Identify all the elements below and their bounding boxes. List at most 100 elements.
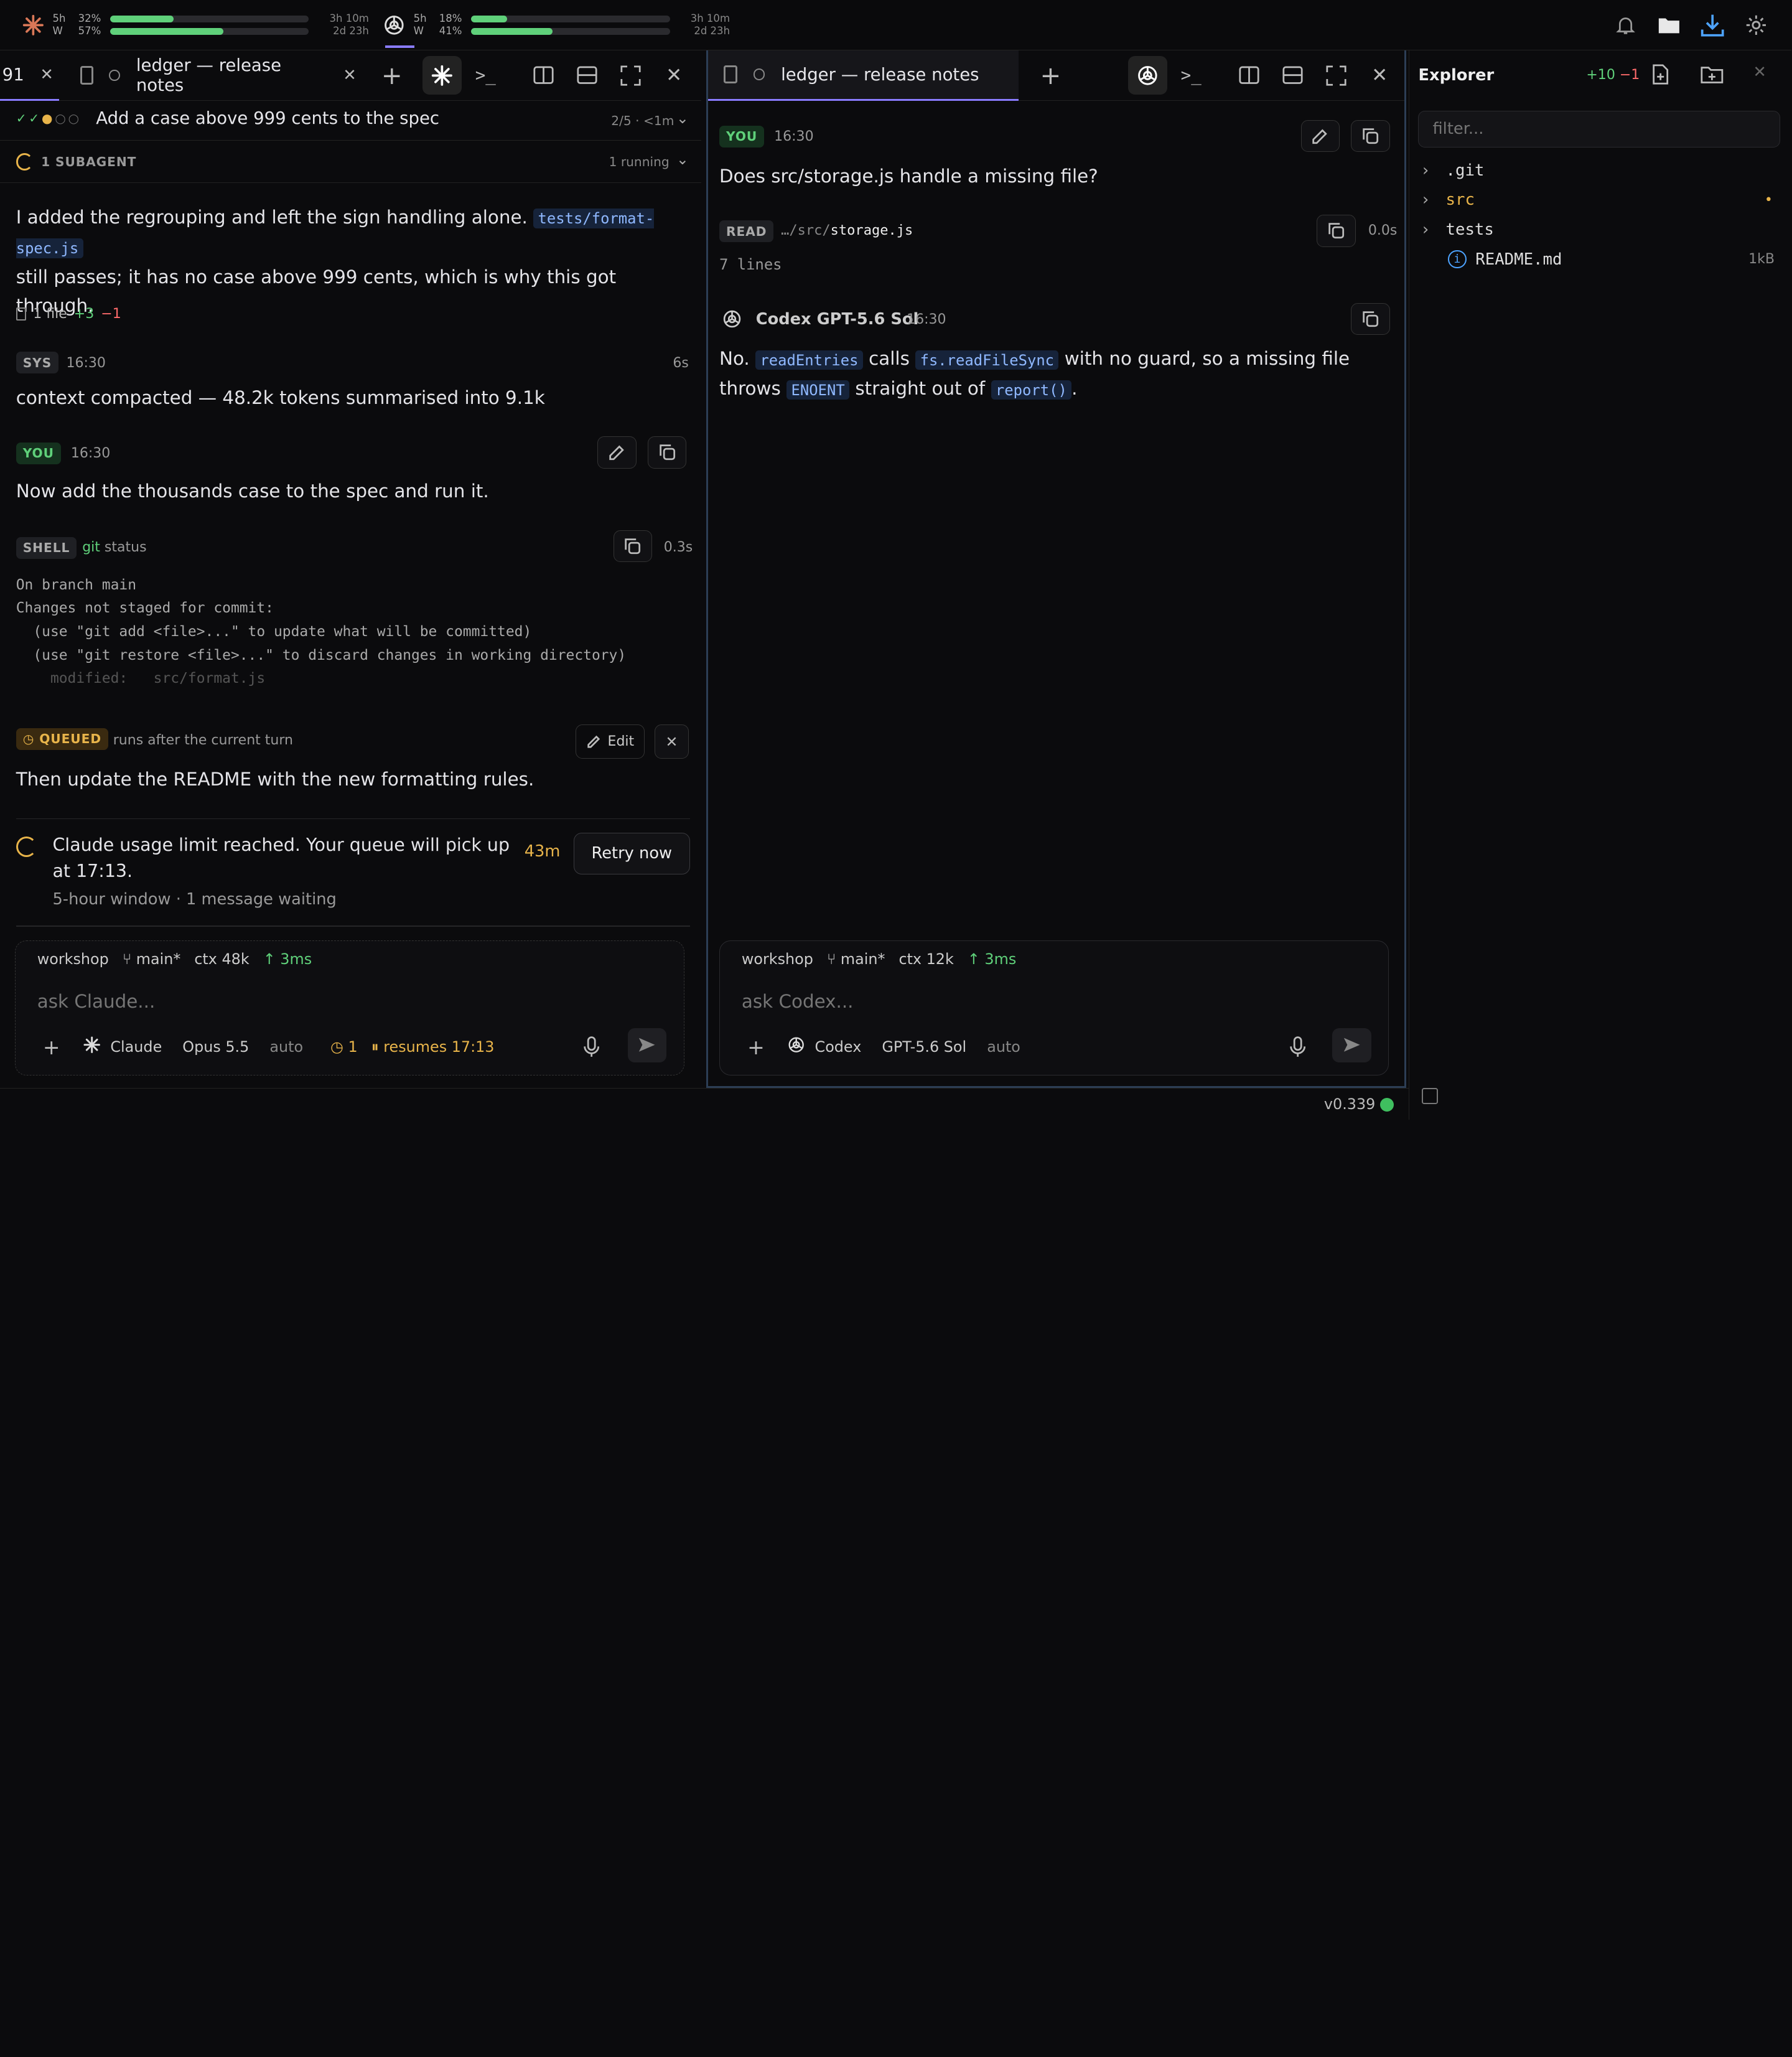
tree-item-git[interactable]: › .git [1409, 156, 1791, 185]
agent-selector[interactable]: Codex [815, 1038, 862, 1056]
tab-ledger-release-notes[interactable]: ledger — release notes [707, 50, 1019, 101]
read-duration: 0.0s [1368, 223, 1398, 239]
connection-status-dot [1379, 1097, 1394, 1112]
read-path: …/src/storage.js [781, 223, 913, 239]
panel-toggle-icon[interactable] [1421, 1087, 1438, 1104]
new-tab-icon[interactable]: + [377, 61, 407, 90]
edit-message-button[interactable] [1300, 119, 1340, 152]
add-attachment-icon[interactable]: + [43, 1035, 60, 1059]
copy-message-button[interactable] [648, 436, 687, 469]
changed-files[interactable]: 1 file +3 −1 [16, 306, 121, 322]
pencil-icon [587, 735, 600, 748]
terminal-icon[interactable]: >_ [1176, 62, 1206, 89]
close-icon[interactable]: ✕ [40, 65, 54, 84]
folder-icon[interactable] [1655, 11, 1682, 39]
split-horizontal-icon[interactable] [572, 62, 602, 89]
tree-item-tests[interactable]: › tests [1409, 215, 1791, 245]
codex-agent-icon[interactable] [1128, 55, 1167, 95]
shell-output-line: modified: src/format.js [16, 670, 266, 687]
copy-output-button[interactable] [1317, 215, 1356, 247]
tab-ledger-release-notes[interactable]: ledger — release notes ✕ [68, 50, 357, 101]
close-icon[interactable]: ✕ [343, 66, 357, 85]
codex-input-box[interactable]: workshop ⑂ main* ctx 12k ↑ 3ms + Codex G… [719, 940, 1389, 1075]
send-button[interactable] [627, 1028, 667, 1062]
claude-reset-w: 2d 23h [333, 25, 369, 37]
document-icon [80, 66, 93, 85]
explorer-filter-input[interactable] [1418, 111, 1781, 148]
microphone-icon[interactable] [582, 1035, 600, 1058]
claude-usage[interactable]: 5h W 32% 57% 3h 10m 2d 23h [21, 11, 369, 39]
terminal-icon[interactable]: >_ [470, 62, 500, 89]
branch-icon: ⑂ [122, 950, 132, 968]
split-vertical-icon[interactable] [1234, 62, 1264, 89]
claude-agent-icon[interactable] [422, 55, 462, 95]
add-attachment-icon[interactable]: + [747, 1035, 765, 1059]
fullscreen-icon[interactable] [1322, 62, 1351, 89]
copy-output-button[interactable] [613, 530, 653, 563]
new-tab-icon[interactable]: + [1036, 61, 1066, 90]
fullscreen-icon[interactable] [616, 62, 646, 89]
download-icon[interactable] [1699, 11, 1726, 39]
new-folder-icon[interactable] [1701, 65, 1724, 88]
mode-selector[interactable]: auto [987, 1038, 1020, 1056]
copy-message-button[interactable] [1351, 119, 1390, 152]
copy-icon [625, 538, 641, 554]
gear-icon[interactable] [1742, 11, 1770, 39]
copy-message-button[interactable] [1351, 302, 1390, 335]
sys-message: context compacted — 48.2k tokens summari… [16, 387, 545, 408]
remove-queued-button[interactable]: ✕ [655, 724, 689, 759]
plan-bar[interactable]: ✓✓●○○ Add a case above 999 cents to the … [0, 101, 702, 141]
chevron-down-icon[interactable]: ⌄ [676, 151, 689, 168]
you-badge: YOU [16, 442, 61, 464]
bell-icon[interactable] [1612, 11, 1640, 39]
modified-dot: • [1764, 192, 1773, 208]
subagent-bar[interactable]: 1 SUBAGENT 1 running ⌄ [0, 142, 702, 183]
edit-queued-button[interactable]: Edit [576, 724, 645, 759]
sys-badge: SYS [16, 352, 59, 374]
model-selector[interactable]: Opus 5.5 [182, 1038, 249, 1056]
queue-count[interactable]: ◷ 1 [330, 1038, 358, 1056]
tree-item-label: src [1445, 190, 1475, 210]
you-badge: YOU [719, 125, 765, 148]
shell-output: On branch main Changes not staged for com… [16, 574, 626, 691]
sys-duration: 6s [673, 355, 689, 371]
claude-input-box[interactable]: workshop ⑂ main* ctx 48k ↑ 3ms + Claude … [14, 940, 684, 1075]
tree-item-readme[interactable]: i README.md 1kB [1409, 245, 1791, 274]
close-pane-icon[interactable]: ✕ [659, 62, 689, 89]
chevron-down-icon[interactable]: ⌄ [676, 110, 689, 127]
mode-selector[interactable]: auto [269, 1038, 303, 1056]
new-file-icon[interactable] [1651, 64, 1669, 89]
tree-item-label: .git [1445, 161, 1485, 180]
usage-limit-message: Claude usage limit reached. Your queue w… [52, 834, 510, 881]
microphone-icon[interactable] [1289, 1035, 1307, 1058]
collapse-icon[interactable]: ✕ [1753, 63, 1766, 82]
chevron-right-icon: › [1421, 161, 1430, 180]
codex-prompt-input[interactable] [741, 986, 1359, 1017]
context-label: ctx 48k [194, 950, 250, 968]
shell-output-line: On branch main [16, 576, 137, 593]
retry-now-button[interactable]: Retry now [573, 833, 690, 874]
openai-logo-icon [722, 309, 742, 334]
spinner-icon [16, 836, 37, 857]
edit-message-button[interactable] [597, 436, 637, 469]
tab-previous[interactable]: 91 ✕ [0, 50, 60, 101]
explorer-title: Explorer [1418, 66, 1495, 85]
claude-prompt-input[interactable] [37, 986, 655, 1017]
split-vertical-icon[interactable] [529, 62, 559, 89]
tree-item-src[interactable]: › src • [1409, 185, 1791, 215]
split-horizontal-icon[interactable] [1278, 62, 1308, 89]
workspace-label: workshop [37, 950, 109, 968]
close-pane-icon[interactable]: ✕ [1365, 62, 1394, 89]
codex-usage[interactable]: 5h W 18% 41% 3h 10m 2d 23h [381, 11, 730, 39]
openai-logo-icon [381, 12, 406, 37]
send-icon [639, 1038, 656, 1052]
codex-bar-w [471, 27, 670, 35]
info-icon: i [1448, 250, 1467, 269]
tab-previous-label: 91 [2, 64, 24, 85]
branch-label: ⑂ main* [826, 950, 885, 968]
send-button[interactable] [1332, 1028, 1371, 1062]
assistant-message: I added the regrouping and left the sign… [16, 204, 690, 321]
agent-selector[interactable]: Claude [110, 1038, 162, 1056]
model-selector[interactable]: GPT-5.6 Sol [882, 1038, 966, 1056]
files-removed: −1 [101, 306, 121, 322]
